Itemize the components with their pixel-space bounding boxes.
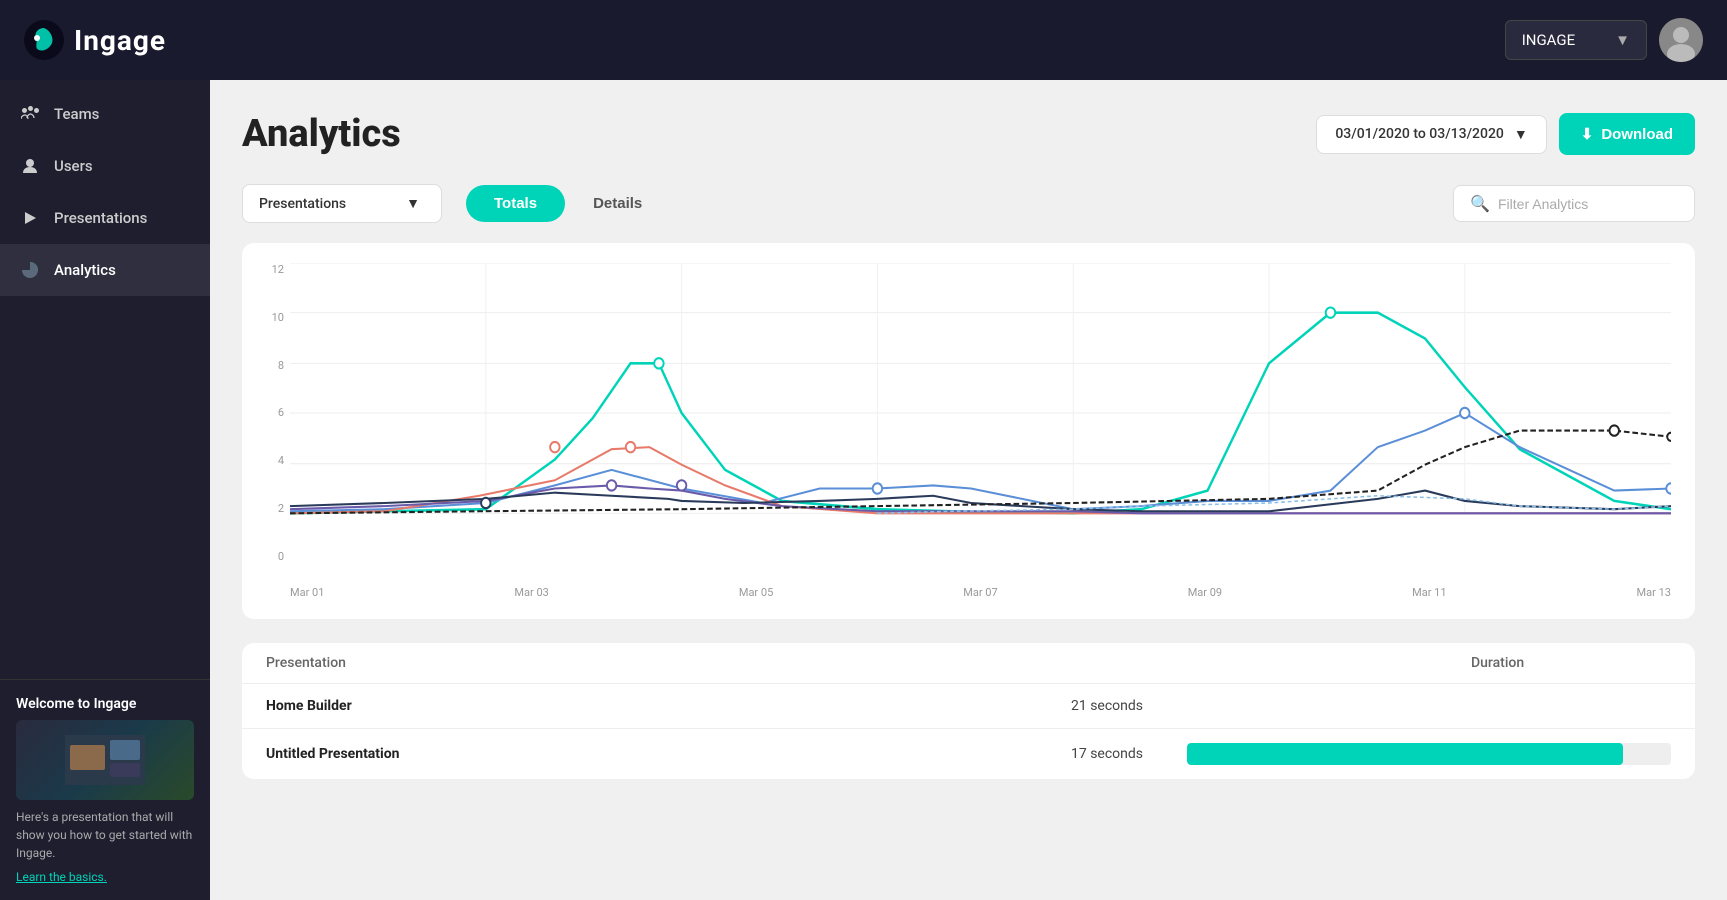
x-label-mar13: Mar 13 [1637, 586, 1671, 599]
logo-area: Ingage [24, 20, 166, 60]
welcome-description: Here's a presentation that will show you… [16, 808, 194, 862]
tab-details[interactable]: Details [565, 185, 670, 222]
welcome-link[interactable]: Learn the basics. [16, 870, 194, 884]
tab-totals[interactable]: Totals [466, 185, 565, 222]
y-label-8: 8 [278, 359, 284, 372]
content-header: Analytics 03/01/2020 to 03/13/2020 ▼ ⬇ D… [242, 112, 1695, 156]
chevron-down-icon: ▼ [1615, 31, 1630, 49]
chart-svg-area [290, 263, 1671, 563]
dropdown-chevron-icon: ▼ [406, 195, 420, 212]
cell-duration-1: 17 seconds [1071, 746, 1171, 762]
y-label-6: 6 [278, 406, 284, 419]
date-range-text: 03/01/2020 to 03/13/2020 [1335, 126, 1504, 142]
y-label-0: 0 [278, 550, 284, 563]
sidebar-item-analytics[interactable]: Analytics [0, 244, 210, 296]
search-icon: 🔍 [1470, 194, 1490, 213]
y-label-2: 2 [278, 502, 284, 515]
category-dropdown[interactable]: Presentations ▼ [242, 184, 442, 223]
download-button[interactable]: ⬇ Download [1559, 113, 1695, 155]
x-label-mar05: Mar 05 [739, 586, 773, 599]
sidebar-item-presentations[interactable]: Presentations [0, 192, 210, 244]
left-controls: Presentations ▼ Totals Details [242, 184, 670, 223]
sidebar-label-teams: Teams [54, 105, 99, 123]
table-header: Presentation Duration [242, 643, 1695, 684]
x-label-mar03: Mar 03 [514, 586, 548, 599]
sidebar-item-users[interactable]: Users [0, 140, 210, 192]
y-label-4: 4 [278, 454, 284, 467]
duration-bar-background [1187, 743, 1671, 765]
logo-text: Ingage [74, 24, 166, 57]
table-row: Home Builder 21 seconds [242, 684, 1695, 729]
dropdown-value: Presentations [259, 196, 346, 212]
x-label-mar09: Mar 09 [1188, 586, 1222, 599]
x-label-mar07: Mar 07 [963, 586, 997, 599]
y-axis: 0 2 4 6 8 10 12 [250, 263, 290, 563]
cell-duration-0: 21 seconds [1071, 698, 1171, 714]
cell-presentation-name-0: Home Builder [266, 698, 1071, 714]
cell-duration-area-0: 21 seconds [1071, 698, 1671, 714]
data-table: Presentation Duration Home Builder 21 se… [242, 643, 1695, 779]
col-header-duration: Duration [1471, 655, 1671, 671]
x-label-mar11: Mar 11 [1412, 586, 1446, 599]
chart-wrapper: 0 2 4 6 8 10 12 [250, 263, 1671, 603]
cell-duration-area-1: 17 seconds [1071, 743, 1671, 765]
navbar-right: INGAGE ▼ [1505, 18, 1703, 62]
sidebar-label-analytics: Analytics [54, 261, 116, 279]
date-chevron-icon: ▼ [1514, 126, 1528, 143]
chart-svg [290, 263, 1671, 563]
tab-group: Totals Details [466, 185, 670, 222]
sidebar-welcome: Welcome to Ingage Here's a presentation … [0, 679, 210, 900]
filter-input[interactable] [1498, 196, 1678, 212]
cell-presentation-name-1: Untitled Presentation [266, 746, 1071, 762]
org-selector[interactable]: INGAGE ▼ [1505, 20, 1647, 60]
logo-icon [24, 20, 64, 60]
welcome-title: Welcome to Ingage [16, 696, 194, 712]
filter-search-box[interactable]: 🔍 [1453, 185, 1695, 222]
sidebar-label-users: Users [54, 157, 93, 175]
user-avatar[interactable] [1659, 18, 1703, 62]
sidebar-label-presentations: Presentations [54, 209, 147, 227]
presentations-icon [20, 208, 40, 228]
controls-row: Presentations ▼ Totals Details 🔍 [242, 184, 1695, 223]
navbar: Ingage INGAGE ▼ [0, 0, 1727, 80]
table-row: Untitled Presentation 17 seconds [242, 729, 1695, 779]
org-name: INGAGE [1522, 31, 1575, 49]
duration-bar-fill [1187, 743, 1623, 765]
x-label-mar01: Mar 01 [290, 586, 324, 599]
x-axis: Mar 01 Mar 03 Mar 05 Mar 07 Mar 09 Mar 1… [290, 563, 1671, 603]
sidebar: Teams Users Presentations [0, 80, 210, 900]
header-actions: 03/01/2020 to 03/13/2020 ▼ ⬇ Download [1316, 113, 1695, 155]
download-label: Download [1601, 126, 1673, 143]
date-range-picker[interactable]: 03/01/2020 to 03/13/2020 ▼ [1316, 115, 1546, 154]
main-content: Analytics 03/01/2020 to 03/13/2020 ▼ ⬇ D… [210, 80, 1727, 900]
teams-icon [20, 104, 40, 124]
welcome-thumbnail [16, 720, 194, 800]
main-layout: Teams Users Presentations [0, 80, 1727, 900]
y-label-12: 12 [272, 263, 284, 276]
users-icon [20, 156, 40, 176]
chart-container: 0 2 4 6 8 10 12 [242, 243, 1695, 619]
y-label-10: 10 [272, 311, 284, 324]
col-header-presentation: Presentation [266, 655, 1471, 671]
analytics-icon [20, 260, 40, 280]
page-title: Analytics [242, 112, 401, 156]
download-icon: ⬇ [1581, 125, 1594, 143]
sidebar-item-teams[interactable]: Teams [0, 88, 210, 140]
